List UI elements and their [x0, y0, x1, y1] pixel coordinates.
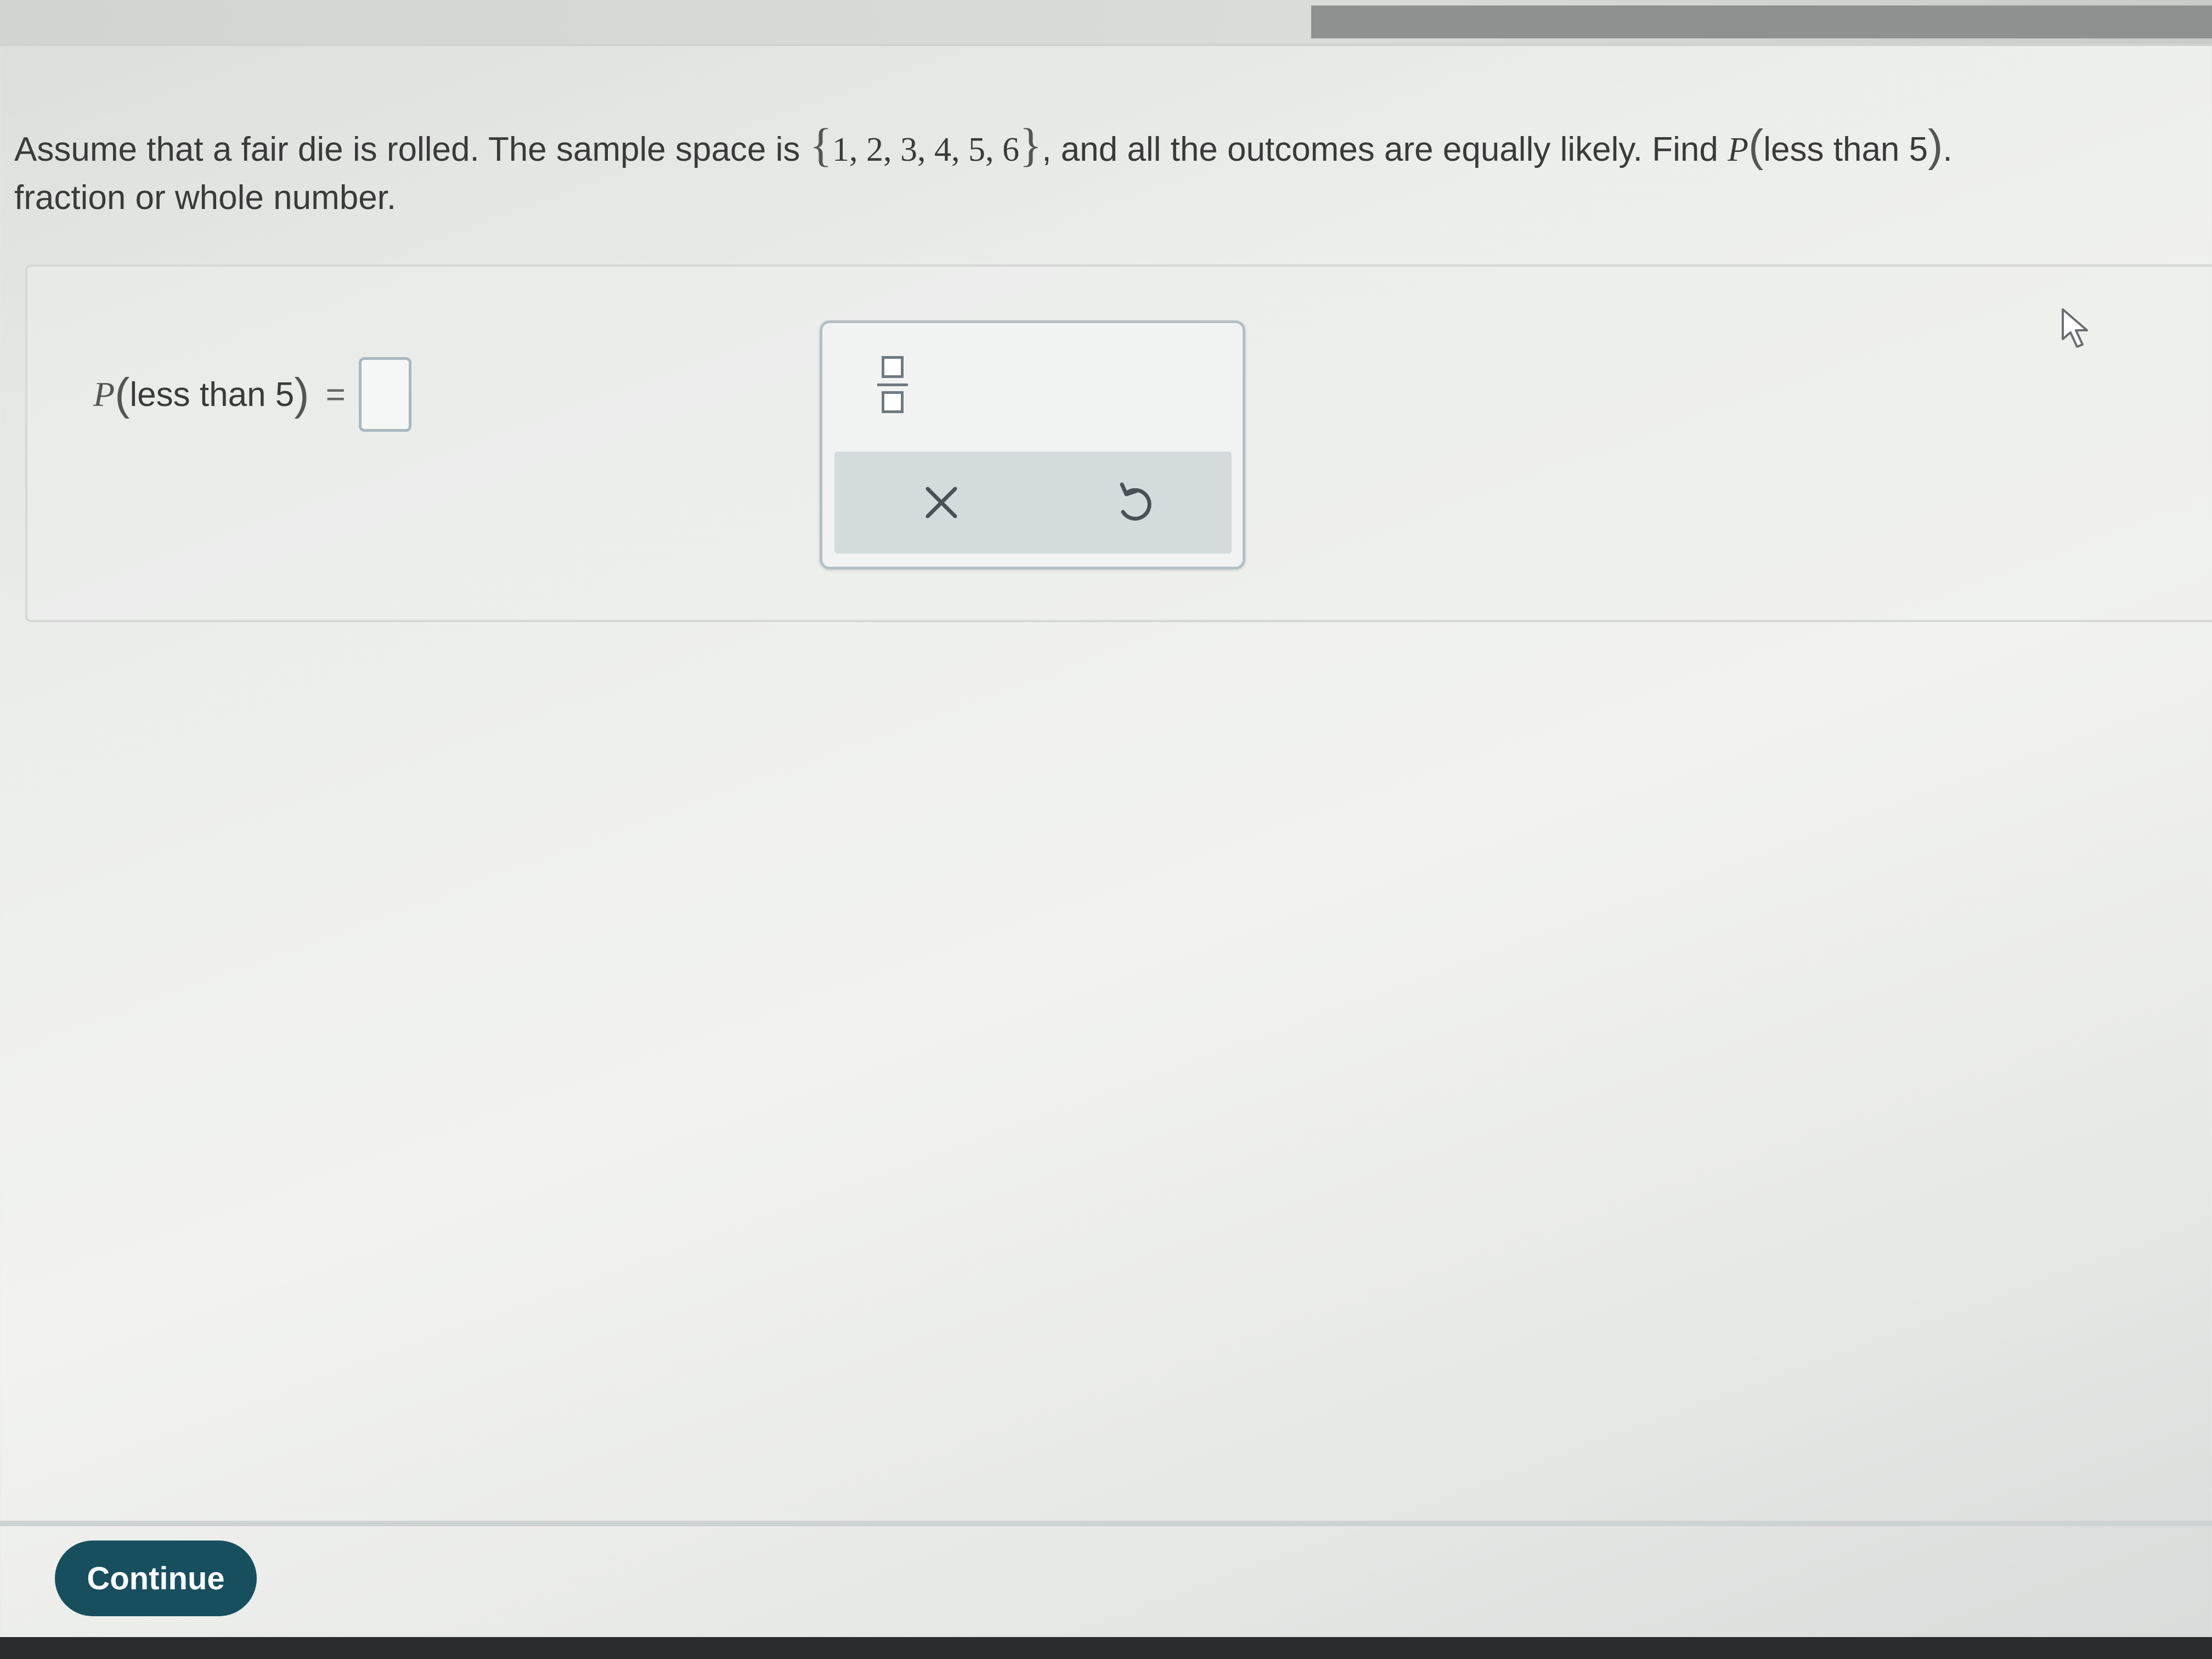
cursor-icon [2058, 306, 2097, 350]
sample-space-values: 1, 2, 3, 4, 5, 6 [832, 131, 1019, 168]
answer-event-text: less than 5 [129, 375, 295, 414]
question-middle: , and all the outcomes are equally likel… [1042, 131, 1718, 168]
top-bar [0, 0, 2212, 44]
close-paren: ) [1928, 121, 1943, 171]
progress-bar [1311, 5, 2212, 38]
answer-probability-symbol: P [93, 375, 115, 414]
equals-sign: = [325, 375, 346, 414]
question-line-2: fraction or whole number. [14, 179, 397, 217]
continue-button[interactable]: Continue [55, 1541, 257, 1616]
answer-close-paren: ) [294, 369, 309, 419]
answer-open-paren: ( [115, 369, 130, 419]
close-icon[interactable] [917, 478, 966, 527]
palette-actions [834, 452, 1232, 554]
footer-divider [0, 1521, 2212, 1526]
question-intro: Assume that a fair die is rolled. The sa… [14, 131, 800, 168]
event-text: less than 5 [1763, 131, 1928, 168]
numerator-box [882, 356, 904, 378]
screen-bezel [0, 1637, 2212, 1659]
set-open-brace: { [809, 119, 832, 171]
probability-symbol: P [1728, 131, 1748, 168]
set-close-brace: } [1019, 119, 1042, 171]
fraction-icon[interactable] [877, 349, 912, 421]
answer-input[interactable] [358, 357, 411, 432]
answer-equation: P ( less than 5 ) = [93, 353, 411, 436]
fraction-bar [877, 383, 908, 386]
question-text: Assume that a fair die is rolled. The sa… [14, 119, 1953, 217]
math-palette [820, 320, 1245, 569]
undo-icon[interactable] [1110, 476, 1159, 528]
denominator-box [882, 391, 904, 413]
open-paren: ( [1748, 121, 1764, 171]
divider [0, 44, 2212, 46]
